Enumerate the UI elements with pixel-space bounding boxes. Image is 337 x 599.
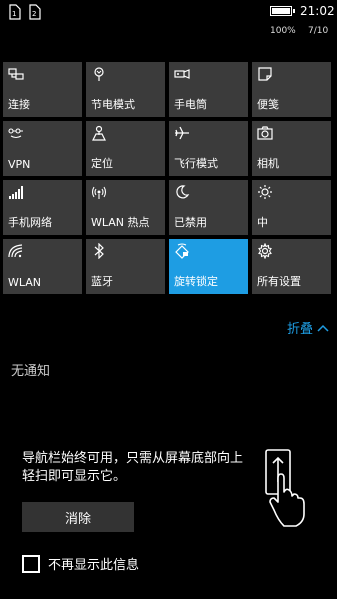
hotspot-icon: [91, 184, 107, 200]
vpn-icon: [8, 125, 24, 141]
clock: 21:02: [300, 4, 335, 18]
dismiss-button[interactable]: 消除: [22, 502, 134, 532]
connect-icon: [8, 66, 24, 82]
brightness-icon: [257, 184, 273, 200]
sim-icon: 1: [9, 4, 21, 20]
tile-hotspot[interactable]: WLAN 热点: [86, 180, 165, 235]
collapse-label: 折叠: [286, 322, 313, 337]
tile-label: 中: [257, 216, 268, 229]
dont-show-again-option[interactable]: 不再显示此信息: [22, 554, 139, 573]
tile-battery-saver[interactable]: 节电模式: [86, 62, 165, 117]
svg-text:1: 1: [12, 10, 16, 18]
tile-label: 已禁用: [174, 216, 207, 229]
airplane-icon: [174, 125, 190, 141]
navbar-hint-text: 导航栏始终可用，只需从屏幕底部向上轻扫即可显示它。: [22, 451, 244, 484]
date: 7/10: [308, 26, 329, 36]
tile-label: 所有设置: [257, 275, 301, 288]
dont-show-again-label: 不再显示此信息: [48, 558, 140, 573]
collapse-button[interactable]: 折叠: [287, 318, 329, 337]
rotation-lock-icon: [174, 243, 190, 259]
quick-actions-grid: 连接 节电模式 手电筒 便笺 VPN 定位 飞行模式 相机手机网络 WLAN 热点 已禁用 中 WLA…: [3, 62, 331, 294]
cellular-icon: [8, 184, 24, 200]
tile-label: 定位: [91, 157, 113, 170]
tile-wifi[interactable]: WLAN: [3, 239, 82, 294]
tile-label: 相机: [257, 157, 279, 170]
sim-icon-2: 2: [29, 4, 41, 20]
moon-icon: [174, 184, 190, 200]
settings-icon: [257, 243, 273, 259]
tile-location[interactable]: 定位: [86, 121, 165, 176]
tile-label: 连接: [8, 98, 30, 111]
wifi-icon: [8, 243, 24, 259]
no-notifications-text: 无通知: [11, 364, 51, 379]
tile-label: WLAN: [8, 276, 42, 289]
tile-rotation-lock[interactable]: 旋转锁定: [169, 239, 248, 294]
chevron-up-icon: [317, 324, 329, 332]
tile-label: WLAN 热点: [91, 216, 150, 229]
tile-camera[interactable]: 相机: [252, 121, 331, 176]
tile-cellular[interactable]: 手机网络: [3, 180, 82, 235]
tile-label: 飞行模式: [174, 157, 218, 170]
tile-brightness[interactable]: 中: [252, 180, 331, 235]
tile-note[interactable]: 便笺: [252, 62, 331, 117]
tile-label: 手电筒: [174, 98, 207, 111]
tile-connect[interactable]: 连接: [3, 62, 82, 117]
tile-label: 节电模式: [91, 98, 135, 111]
svg-text:2: 2: [32, 10, 36, 18]
battery-icon: [270, 6, 295, 16]
battery-saver-icon: [91, 66, 107, 82]
tile-moon[interactable]: 已禁用: [169, 180, 248, 235]
dont-show-again-checkbox[interactable]: [22, 554, 40, 573]
swipe-up-gesture-icon: [265, 449, 305, 527]
tile-settings[interactable]: 所有设置: [252, 239, 331, 294]
tile-label: 蓝牙: [91, 275, 113, 288]
note-icon: [257, 66, 273, 82]
tile-label: 手机网络: [8, 216, 52, 229]
status-left-icons: 1 2: [8, 4, 42, 20]
flashlight-icon: [174, 66, 190, 82]
tile-label: VPN: [8, 158, 31, 171]
tile-vpn[interactable]: VPN: [3, 121, 82, 176]
tile-flashlight[interactable]: 手电筒: [169, 62, 248, 117]
tile-label: 便笺: [257, 98, 279, 111]
tile-bluetooth[interactable]: 蓝牙: [86, 239, 165, 294]
location-icon: [91, 125, 107, 141]
status-bar: 1 2 21:02 100% 7/10: [0, 0, 337, 44]
camera-icon: [257, 125, 273, 141]
battery-percent: 100%: [270, 26, 296, 36]
tile-label: 旋转锁定: [174, 275, 218, 288]
bluetooth-icon: [91, 243, 107, 259]
tile-airplane[interactable]: 飞行模式: [169, 121, 248, 176]
